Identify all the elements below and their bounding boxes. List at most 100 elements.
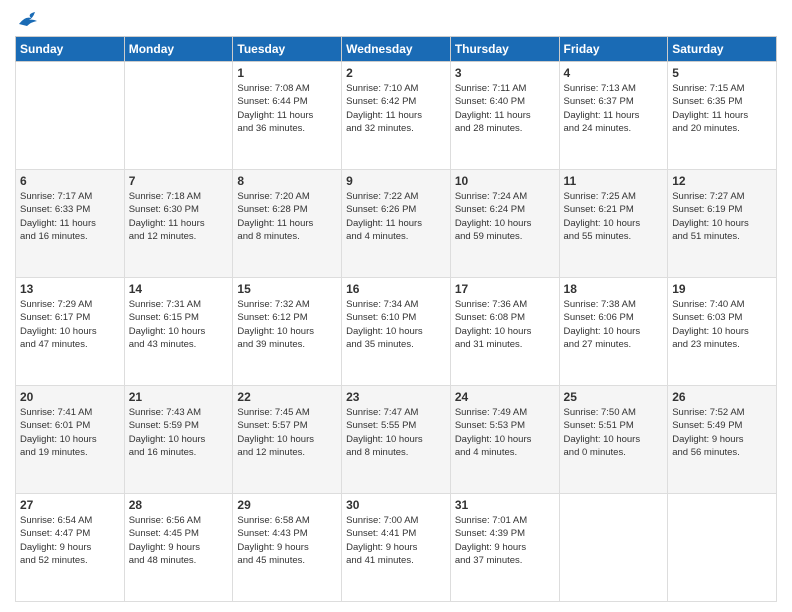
day-number: 18 [564,282,664,296]
calendar-cell: 2 Sunrise: 7:10 AM Sunset: 6:42 PM Daylig… [342,62,451,170]
calendar-day-header: Friday [559,37,668,62]
day-info: Sunrise: 7:22 AM Sunset: 6:26 PM Dayligh… [346,190,446,243]
day-number: 21 [129,390,229,404]
day-info: Sunrise: 7:31 AM Sunset: 6:15 PM Dayligh… [129,298,229,351]
calendar-day-header: Tuesday [233,37,342,62]
day-info: Sunrise: 7:18 AM Sunset: 6:30 PM Dayligh… [129,190,229,243]
calendar-cell: 1 Sunrise: 7:08 AM Sunset: 6:44 PM Daylig… [233,62,342,170]
calendar-day-header: Saturday [668,37,777,62]
calendar-cell: 30 Sunrise: 7:00 AM Sunset: 4:41 PM Dayli… [342,494,451,602]
calendar-table: SundayMondayTuesdayWednesdayThursdayFrid… [15,36,777,602]
day-info: Sunrise: 7:40 AM Sunset: 6:03 PM Dayligh… [672,298,772,351]
calendar-cell: 8 Sunrise: 7:20 AM Sunset: 6:28 PM Daylig… [233,170,342,278]
calendar-cell [559,494,668,602]
calendar-day-header: Sunday [16,37,125,62]
calendar-cell: 20 Sunrise: 7:41 AM Sunset: 6:01 PM Dayli… [16,386,125,494]
day-info: Sunrise: 7:13 AM Sunset: 6:37 PM Dayligh… [564,82,664,135]
day-info: Sunrise: 7:34 AM Sunset: 6:10 PM Dayligh… [346,298,446,351]
day-info: Sunrise: 7:01 AM Sunset: 4:39 PM Dayligh… [455,514,555,567]
calendar-week-row: 1 Sunrise: 7:08 AM Sunset: 6:44 PM Daylig… [16,62,777,170]
calendar-cell: 6Sunrise: 7:17 AM Sunset: 6:33 PM Daylig… [16,170,125,278]
day-number: 1 [237,66,337,80]
day-info: Sunrise: 7:41 AM Sunset: 6:01 PM Dayligh… [20,406,120,459]
calendar-day-header: Wednesday [342,37,451,62]
day-info: Sunrise: 7:49 AM Sunset: 5:53 PM Dayligh… [455,406,555,459]
day-info: Sunrise: 6:58 AM Sunset: 4:43 PM Dayligh… [237,514,337,567]
day-number: 5 [672,66,772,80]
calendar-week-row: 6Sunrise: 7:17 AM Sunset: 6:33 PM Daylig… [16,170,777,278]
calendar-cell [668,494,777,602]
calendar-cell: 14 Sunrise: 7:31 AM Sunset: 6:15 PM Dayli… [124,278,233,386]
calendar-cell: 27Sunrise: 6:54 AM Sunset: 4:47 PM Dayli… [16,494,125,602]
day-number: 4 [564,66,664,80]
day-info: Sunrise: 7:47 AM Sunset: 5:55 PM Dayligh… [346,406,446,459]
calendar-cell: 10 Sunrise: 7:24 AM Sunset: 6:24 PM Dayli… [450,170,559,278]
calendar-cell: 16 Sunrise: 7:34 AM Sunset: 6:10 PM Dayli… [342,278,451,386]
day-info: Sunrise: 7:50 AM Sunset: 5:51 PM Dayligh… [564,406,664,459]
day-info: Sunrise: 7:24 AM Sunset: 6:24 PM Dayligh… [455,190,555,243]
calendar-cell: 11 Sunrise: 7:25 AM Sunset: 6:21 PM Dayli… [559,170,668,278]
logo [15,10,39,28]
day-info: Sunrise: 7:20 AM Sunset: 6:28 PM Dayligh… [237,190,337,243]
day-number: 3 [455,66,555,80]
day-info: Sunrise: 7:43 AM Sunset: 5:59 PM Dayligh… [129,406,229,459]
calendar-cell: 5Sunrise: 7:15 AM Sunset: 6:35 PM Daylig… [668,62,777,170]
day-info: Sunrise: 6:56 AM Sunset: 4:45 PM Dayligh… [129,514,229,567]
day-number: 22 [237,390,337,404]
day-number: 9 [346,174,446,188]
day-info: Sunrise: 7:29 AM Sunset: 6:17 PM Dayligh… [20,298,120,351]
day-number: 26 [672,390,772,404]
day-number: 16 [346,282,446,296]
calendar-header-row: SundayMondayTuesdayWednesdayThursdayFrid… [16,37,777,62]
calendar-cell: 28 Sunrise: 6:56 AM Sunset: 4:45 PM Dayli… [124,494,233,602]
day-number: 13 [20,282,120,296]
header [15,10,777,28]
day-number: 25 [564,390,664,404]
day-number: 19 [672,282,772,296]
day-number: 23 [346,390,446,404]
day-info: Sunrise: 7:52 AM Sunset: 5:49 PM Dayligh… [672,406,772,459]
calendar-cell: 29 Sunrise: 6:58 AM Sunset: 4:43 PM Dayli… [233,494,342,602]
calendar-cell [124,62,233,170]
day-number: 29 [237,498,337,512]
calendar-week-row: 27Sunrise: 6:54 AM Sunset: 4:47 PM Dayli… [16,494,777,602]
day-info: Sunrise: 7:08 AM Sunset: 6:44 PM Dayligh… [237,82,337,135]
page: SundayMondayTuesdayWednesdayThursdayFrid… [0,0,792,612]
day-info: Sunrise: 7:25 AM Sunset: 6:21 PM Dayligh… [564,190,664,243]
day-info: Sunrise: 7:32 AM Sunset: 6:12 PM Dayligh… [237,298,337,351]
calendar-cell: 22 Sunrise: 7:45 AM Sunset: 5:57 PM Dayli… [233,386,342,494]
calendar-cell: 7 Sunrise: 7:18 AM Sunset: 6:30 PM Daylig… [124,170,233,278]
calendar-cell: 26 Sunrise: 7:52 AM Sunset: 5:49 PM Dayli… [668,386,777,494]
day-info: Sunrise: 7:00 AM Sunset: 4:41 PM Dayligh… [346,514,446,567]
calendar-cell [16,62,125,170]
calendar-cell: 18Sunrise: 7:38 AM Sunset: 6:06 PM Dayli… [559,278,668,386]
day-number: 7 [129,174,229,188]
calendar-cell: 9 Sunrise: 7:22 AM Sunset: 6:26 PM Daylig… [342,170,451,278]
day-number: 17 [455,282,555,296]
calendar-week-row: 20 Sunrise: 7:41 AM Sunset: 6:01 PM Dayli… [16,386,777,494]
day-info: Sunrise: 7:11 AM Sunset: 6:40 PM Dayligh… [455,82,555,135]
calendar-day-header: Monday [124,37,233,62]
calendar-cell: 15 Sunrise: 7:32 AM Sunset: 6:12 PM Dayli… [233,278,342,386]
day-number: 11 [564,174,664,188]
calendar-cell: 3 Sunrise: 7:11 AM Sunset: 6:40 PM Daylig… [450,62,559,170]
day-number: 28 [129,498,229,512]
logo-bird-icon [17,10,39,28]
calendar-cell: 24 Sunrise: 7:49 AM Sunset: 5:53 PM Dayli… [450,386,559,494]
day-number: 2 [346,66,446,80]
day-number: 15 [237,282,337,296]
day-info: Sunrise: 7:45 AM Sunset: 5:57 PM Dayligh… [237,406,337,459]
calendar-cell: 19 Sunrise: 7:40 AM Sunset: 6:03 PM Dayli… [668,278,777,386]
day-number: 20 [20,390,120,404]
day-number: 14 [129,282,229,296]
day-number: 6 [20,174,120,188]
calendar-cell: 12Sunrise: 7:27 AM Sunset: 6:19 PM Dayli… [668,170,777,278]
day-number: 30 [346,498,446,512]
day-number: 10 [455,174,555,188]
day-info: Sunrise: 7:10 AM Sunset: 6:42 PM Dayligh… [346,82,446,135]
day-number: 31 [455,498,555,512]
calendar-cell: 13 Sunrise: 7:29 AM Sunset: 6:17 PM Dayli… [16,278,125,386]
day-number: 24 [455,390,555,404]
day-number: 8 [237,174,337,188]
calendar-cell: 31 Sunrise: 7:01 AM Sunset: 4:39 PM Dayli… [450,494,559,602]
